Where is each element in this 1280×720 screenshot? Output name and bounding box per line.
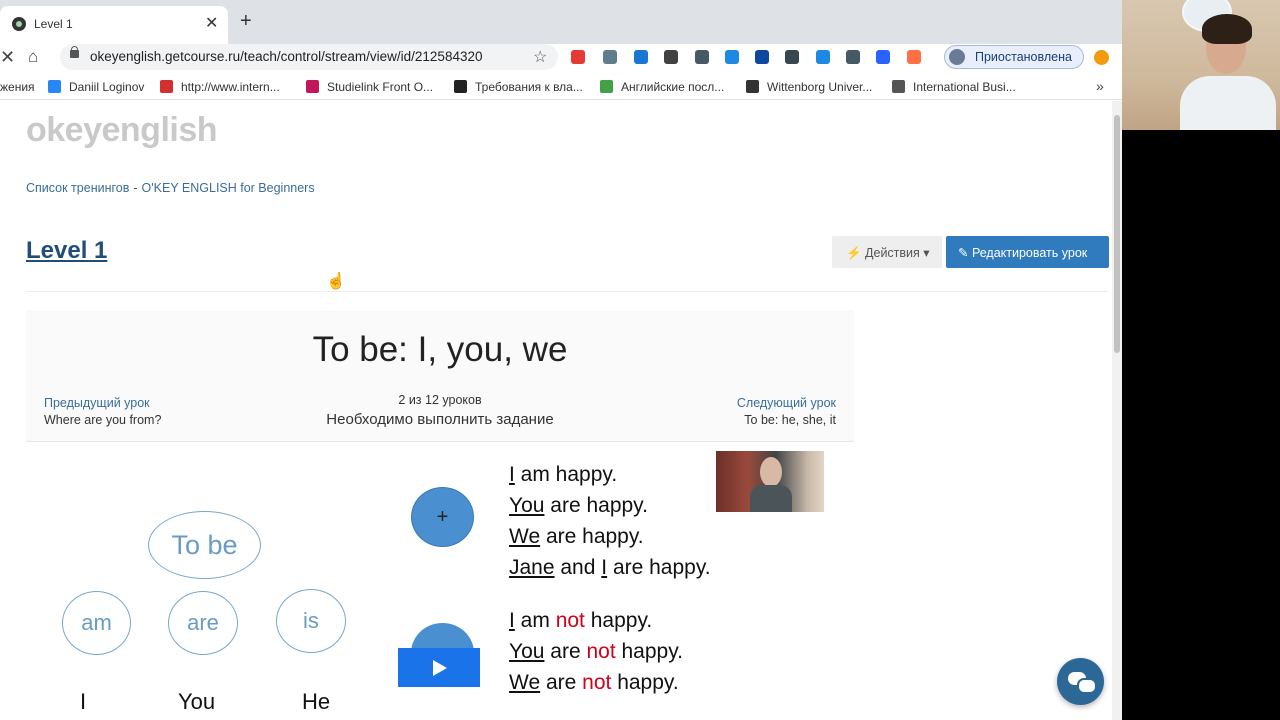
url-text[interactable]: okeyenglish.getcourse.ru/teach/control/s…: [90, 49, 482, 64]
presenter-shirt: [1180, 76, 1276, 130]
bookmark-item[interactable]: http://www.intern...: [160, 80, 280, 94]
bookmark-favicon-icon: [306, 80, 319, 93]
extension-icon[interactable]: [876, 50, 890, 64]
site-favicon-icon: [12, 17, 26, 31]
next-lesson-name[interactable]: To be: he, she, it: [744, 413, 836, 427]
lock-icon[interactable]: [70, 46, 79, 58]
page-content: okeyenglish Список тренингов - O'KEY ENGLI…: [0, 101, 1112, 720]
extension-icon[interactable]: [571, 50, 585, 64]
lesson-counter: 2 из 12 уроков: [398, 393, 482, 407]
extension-icon[interactable]: [907, 50, 921, 64]
bookmark-item[interactable]: Studielink Front O...: [306, 80, 433, 94]
profile-status-label: Приостановлена: [975, 50, 1072, 64]
bookmark-label: Studielink Front O...: [327, 80, 434, 94]
positive-sentence: Jane and I are happy.: [509, 556, 711, 579]
positive-sentence: I am happy.: [509, 463, 618, 486]
page-title[interactable]: Level 1: [26, 237, 107, 265]
extension-icon[interactable]: [603, 50, 617, 64]
stop-loading-icon[interactable]: ✕: [0, 47, 15, 68]
to-be-oval: To be: [148, 511, 261, 579]
bookmark-item[interactable]: International Busi...: [892, 80, 1016, 94]
browser-window: Level 1 ✕ + ✕ ⌂ okeyenglish.getcourse.ru…: [0, 0, 1122, 720]
extension-icon[interactable]: [695, 50, 709, 64]
negative-sentence: You are not happy.: [509, 640, 683, 663]
plus-icon: +: [411, 487, 474, 547]
bookmark-favicon-icon: [160, 80, 173, 93]
next-lesson-link[interactable]: Следующий урок: [737, 396, 836, 410]
hand-cursor-icon: ☝: [326, 273, 346, 290]
extension-icon[interactable]: [816, 50, 830, 64]
bookmark-label: Требования к вла...: [475, 80, 583, 94]
negative-sentence: I am not happy.: [509, 609, 653, 632]
positive-sentence: You are happy.: [509, 494, 648, 517]
lesson-header: To be: I, you, we Предыдущий урок Where …: [26, 310, 854, 442]
tab-strip: Level 1 ✕ +: [0, 0, 1122, 44]
bookmark-item[interactable]: жения: [0, 80, 35, 94]
avatar: [949, 49, 965, 65]
bookmark-star-icon[interactable]: ☆: [533, 47, 547, 67]
scrollbar-thumb[interactable]: [1114, 115, 1120, 353]
scrollbar[interactable]: [1112, 101, 1122, 720]
tab-close-icon[interactable]: ✕: [205, 13, 218, 33]
bookmark-favicon-icon: [48, 80, 61, 93]
profile-button[interactable]: Приостановлена: [944, 45, 1084, 69]
home-icon[interactable]: ⌂: [28, 47, 38, 67]
bookmark-favicon-icon: [454, 80, 467, 93]
update-icon[interactable]: [1094, 50, 1109, 65]
bookmark-favicon-icon: [746, 80, 759, 93]
bookmark-item[interactable]: Daniil Loginov: [48, 80, 144, 94]
lesson-status: Необходимо выполнить задание: [326, 411, 554, 428]
bookmark-label: http://www.intern...: [181, 80, 280, 94]
tab-title: Level 1: [34, 17, 73, 31]
positive-sentence: We are happy.: [509, 525, 644, 548]
teacher-video-thumbnail: [716, 451, 824, 512]
bookmark-item[interactable]: Wittenborg Univer...: [746, 80, 872, 94]
extension-icon[interactable]: [664, 50, 678, 64]
extension-icon[interactable]: [725, 50, 739, 64]
browser-toolbar: ✕ ⌂ okeyenglish.getcourse.ru/teach/contr…: [0, 44, 1122, 72]
bookmark-label: Wittenborg Univer...: [767, 80, 873, 94]
form-oval-are: are: [168, 591, 238, 655]
pronoun-i: I: [80, 689, 87, 714]
lesson-name: To be: I, you, we: [312, 330, 568, 369]
bookmark-item[interactable]: Английские посл...: [600, 80, 724, 94]
bookmark-label: Daniil Loginov: [69, 80, 145, 94]
extension-icon[interactable]: [846, 50, 860, 64]
negative-sentence: We are not happy.: [509, 671, 679, 694]
pronoun-you: You: [178, 689, 216, 714]
presenter-hair: [1202, 14, 1252, 44]
bookmark-label: International Busi...: [913, 80, 1016, 94]
pronoun-he: He: [302, 689, 331, 714]
actions-dropdown-button[interactable]: ⚡ Действия ▾: [832, 236, 942, 268]
divider: [26, 291, 1108, 292]
bookmarks-overflow-icon[interactable]: »: [1096, 78, 1104, 94]
breadcrumb: Список тренингов - O'KEY ENGLISH for Begin…: [26, 181, 315, 195]
tab-level-1[interactable]: Level 1 ✕: [0, 6, 228, 44]
form-oval-is: is: [276, 589, 346, 653]
site-logo[interactable]: okeyenglish: [26, 111, 218, 150]
address-bar[interactable]: okeyenglish.getcourse.ru/teach/control/s…: [60, 44, 558, 70]
bookmark-favicon-icon: [892, 80, 905, 93]
new-tab-button[interactable]: +: [240, 10, 252, 33]
chat-icon[interactable]: [1057, 658, 1104, 705]
bookmark-favicon-icon: [600, 80, 613, 93]
bookmark-item[interactable]: Требования к вла...: [454, 80, 583, 94]
teacher-body: [750, 485, 792, 512]
bookmarks-bar: жения Daniil Loginov http://www.intern... S…: [0, 74, 1122, 100]
extension-icon[interactable]: [755, 50, 769, 64]
edit-lesson-button[interactable]: ✎ Редактировать урок: [946, 236, 1109, 268]
form-oval-am: am: [62, 591, 131, 655]
bookmark-label: Английские посл...: [621, 80, 725, 94]
breadcrumb-trainings-link[interactable]: Список тренингов: [26, 181, 129, 195]
breadcrumb-course-link[interactable]: O'KEY ENGLISH for Beginners: [142, 181, 315, 195]
video-play-button[interactable]: [398, 648, 480, 687]
extension-icon[interactable]: [634, 50, 648, 64]
presenter-webcam: [1122, 0, 1280, 130]
bookmark-label: жения: [0, 80, 35, 94]
breadcrumb-separator: -: [133, 181, 138, 195]
extension-icon[interactable]: [785, 50, 799, 64]
teacher-face: [760, 457, 782, 487]
